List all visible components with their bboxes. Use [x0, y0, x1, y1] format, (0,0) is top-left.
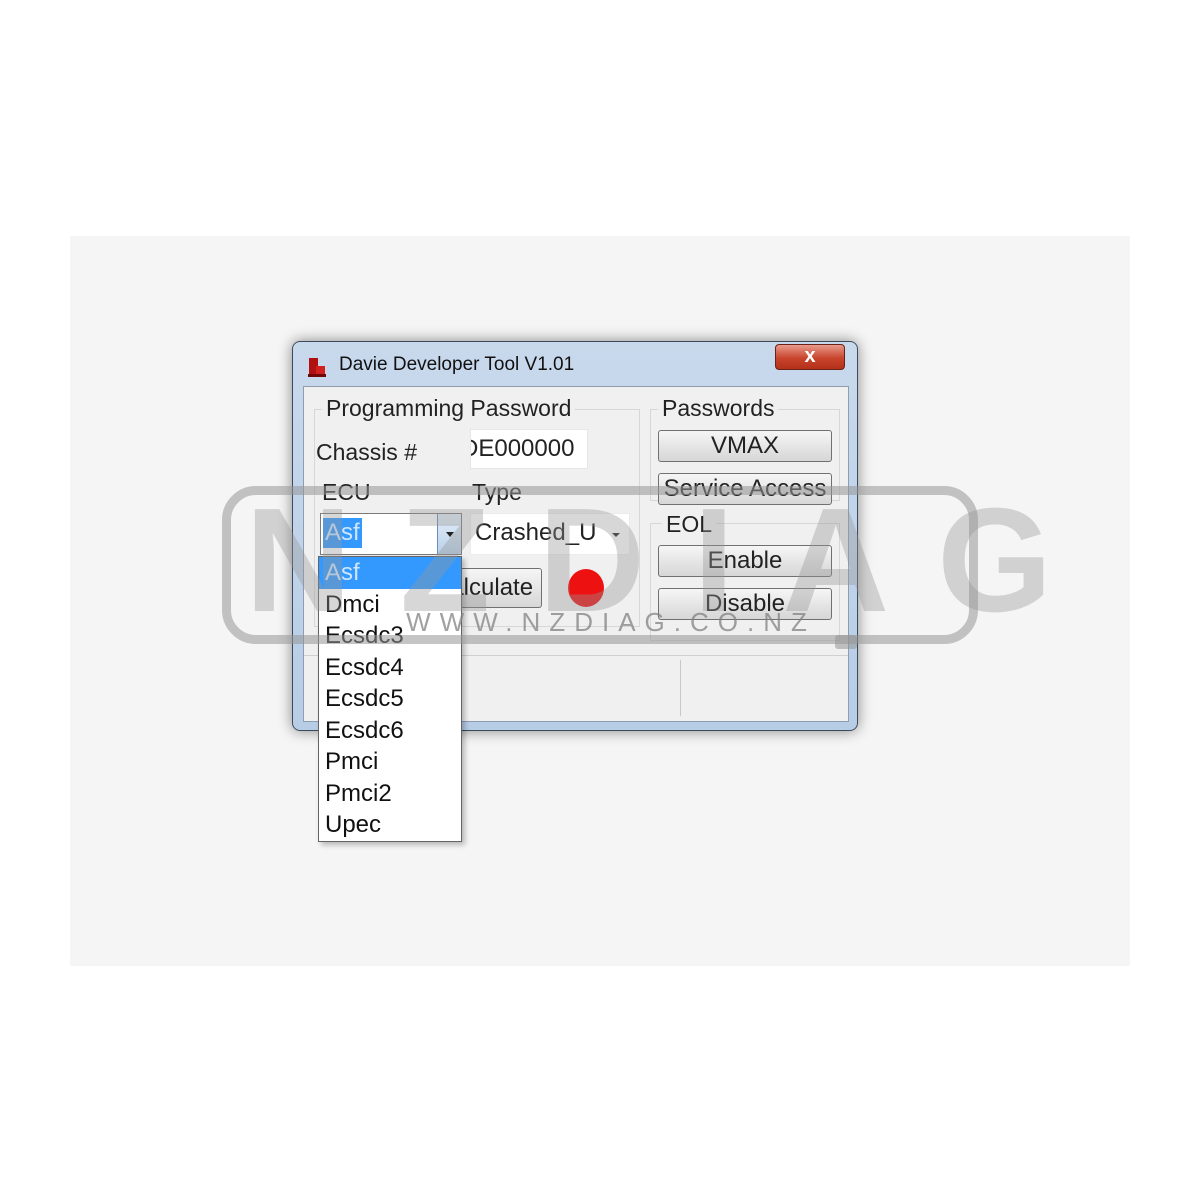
eol-enable-button[interactable]: Enable — [658, 545, 832, 577]
close-button[interactable]: x — [775, 344, 845, 370]
status-divider — [680, 660, 681, 716]
ecu-selected-value: Asf — [323, 518, 362, 548]
ecu-label: ECU — [322, 479, 371, 505]
ecu-option[interactable]: Ecsdc5 — [319, 683, 461, 715]
passwords-legend: Passwords — [658, 395, 779, 422]
app-icon — [308, 358, 326, 377]
chassis-input[interactable]: DE000000 — [470, 429, 588, 469]
chassis-value: DE000000 — [470, 435, 575, 462]
type-select[interactable]: Crashed_U — [470, 513, 630, 555]
ecu-option[interactable]: Ecsdc6 — [319, 715, 461, 747]
eol-legend: EOL — [662, 511, 717, 538]
vmax-button[interactable]: VMAX — [658, 430, 832, 462]
chevron-down-icon — [446, 532, 454, 537]
eol-group — [650, 523, 840, 641]
type-selected-value: Crashed_U — [475, 519, 597, 546]
ecu-option[interactable]: Ecsdc3 — [319, 620, 461, 652]
ecu-option[interactable]: Asf — [319, 557, 461, 589]
title-bar: Davie Developer Tool V1.01 x — [293, 342, 857, 386]
ecu-option[interactable]: Pmci — [319, 746, 461, 778]
eol-disable-button[interactable]: Disable — [658, 588, 832, 620]
ecu-option[interactable]: Ecsdc4 — [319, 652, 461, 684]
close-icon: x — [804, 345, 816, 367]
ecu-option[interactable]: Pmci2 — [319, 778, 461, 810]
service-access-button[interactable]: Service Access — [658, 473, 832, 505]
ecu-dropdown-list[interactable]: Asf Dmci Ecsdc3 Ecsdc4 Ecsdc5 Ecsdc6 Pmc… — [318, 556, 462, 842]
ecu-select[interactable]: Asf — [320, 513, 462, 555]
type-label: Type — [472, 479, 522, 505]
status-indicator — [568, 569, 604, 607]
chevron-down-icon — [612, 533, 620, 537]
ecu-option[interactable]: Dmci — [319, 589, 461, 621]
ecu-option[interactable]: Upec — [319, 809, 461, 841]
ecu-dropdown-button[interactable] — [437, 514, 461, 554]
programming-password-legend: Programming Password — [322, 395, 576, 422]
chassis-label: Chassis # — [316, 439, 417, 465]
window-title: Davie Developer Tool V1.01 — [339, 354, 575, 375]
